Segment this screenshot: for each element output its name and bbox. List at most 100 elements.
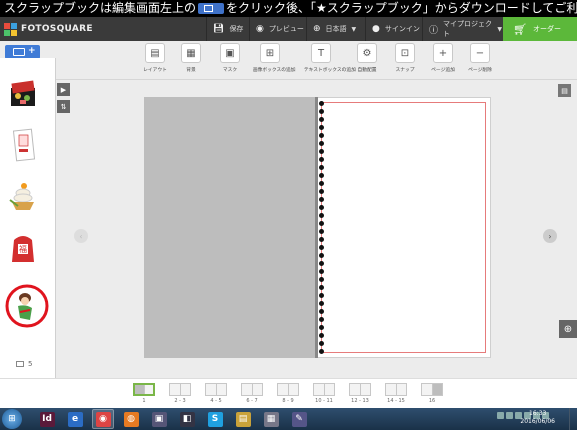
add-image-plus: + [28, 46, 36, 56]
editor-toolbar: + ▤ レイアウト ▦ 背景 ▣ マスク ⊞ 画像ボックスの追加 T テキストボックスの追加 ⚙ 自動… [0, 41, 577, 80]
binding-hole [319, 133, 324, 138]
image-icon [13, 48, 25, 56]
taskbar-app-app-window[interactable]: ▣ [148, 409, 170, 429]
sort-button[interactable]: ⇅ [57, 100, 70, 113]
image-thumb-bento[interactable] [8, 76, 38, 116]
page-thumb[interactable]: 12 - 13 [348, 383, 372, 404]
taskbar-app-indesign[interactable]: Id [36, 409, 58, 429]
add-page-icon: + [433, 43, 453, 63]
binding-hole [319, 149, 324, 154]
fotosquare-logo[interactable]: FOTOSQUARE [4, 22, 93, 36]
taskbar-app-chrome[interactable]: ◉ [92, 409, 114, 429]
save-icon: 💾︎ [213, 24, 225, 34]
next-page-button[interactable]: › [543, 229, 557, 243]
preview-button[interactable]: ◉ プレビュー [249, 17, 305, 41]
clock-time: 16:33 [529, 410, 547, 417]
clock[interactable]: 16:33 2016/06/06 [520, 410, 555, 426]
notes-app-icon: ✎ [291, 411, 307, 427]
taskbar-app-file-explorer[interactable]: ▤ [232, 409, 254, 429]
binding-hole [319, 173, 324, 178]
binding-hole [319, 197, 324, 202]
add-image-button[interactable]: + [5, 45, 40, 59]
panel-expand-button[interactable]: ▶ [57, 83, 70, 96]
page-thumb-label: 10 - 11 [315, 398, 333, 404]
tray-icon[interactable] [497, 412, 504, 419]
page-thumb-preview [313, 383, 335, 396]
taskbar-app-notes-app[interactable]: ✎ [288, 409, 310, 429]
page-thumb[interactable]: 6 - 7 [240, 383, 264, 404]
zoom-button[interactable]: ⊕ [559, 320, 577, 338]
binding-hole [319, 237, 324, 242]
save-button[interactable]: 💾︎ 保存 [206, 17, 248, 41]
tray-icon[interactable] [506, 412, 513, 419]
binding-hole [319, 253, 324, 258]
svg-text:福: 福 [19, 245, 27, 254]
taskbar-app-calculator[interactable]: ▦ [260, 409, 282, 429]
image-thumb-selected[interactable] [4, 282, 52, 330]
tool-auto-arrange[interactable]: ⚙ 自動配置 [349, 43, 385, 73]
page-thumb[interactable]: 14 - 15 [384, 383, 408, 404]
tool-add-text-box[interactable]: T テキストボックスの追加 [303, 43, 356, 73]
tool-label: ページ追加 [431, 67, 455, 73]
taskbar-app-skype[interactable]: S [204, 409, 226, 429]
taskbar-app-firefox[interactable]: ◍ [120, 409, 142, 429]
image-thumb-fukubukuro[interactable]: 福 [8, 228, 38, 268]
image-icon [16, 361, 24, 367]
tool-delete-page[interactable]: − ページ削除 [462, 43, 498, 73]
taskbar-app-internet-explorer[interactable]: e [64, 409, 86, 429]
page-thumb[interactable]: 16 [420, 383, 444, 404]
image-count-value: 5 [28, 360, 33, 368]
tool-label: スナップ [395, 67, 415, 73]
binding-hole [319, 181, 324, 186]
binding-hole [319, 349, 324, 354]
add-image-inline-icon [198, 3, 225, 14]
page-left-blank[interactable] [144, 97, 316, 358]
binding-hole [319, 301, 324, 306]
tool-add-image-box[interactable]: ⊞ 画像ボックスの追加 [252, 43, 296, 73]
page-thumb[interactable]: 2 - 3 [168, 383, 192, 404]
page-safe-area [321, 102, 486, 353]
binding-hole [319, 317, 324, 322]
chrome-icon: ◉ [95, 411, 111, 427]
tool-snap[interactable]: ⊡ スナップ [387, 43, 423, 73]
binding-hole [319, 101, 324, 106]
tool-mask[interactable]: ▣ マスク [212, 43, 248, 73]
image-thumb-card[interactable] [8, 126, 38, 166]
taskbar-app-photoshop-elements[interactable]: ◧ [176, 409, 198, 429]
myproject-label: マイプロジェクト [443, 20, 493, 38]
start-button[interactable]: ⊞ [2, 409, 22, 429]
binding-hole [319, 325, 324, 330]
page-thumb[interactable]: 4 - 5 [204, 383, 228, 404]
page-thumb-label: 16 [428, 398, 436, 404]
page-right[interactable] [316, 97, 491, 358]
show-desktop-button[interactable] [569, 408, 577, 430]
signin-button[interactable]: ● サインイン [365, 17, 421, 41]
binding-hole [319, 277, 324, 282]
tool-background[interactable]: ▦ 背景 [173, 43, 209, 73]
order-button[interactable]: 🛒︎ オーダー [503, 17, 577, 41]
tool-label: 画像ボックスの追加 [252, 67, 296, 73]
tool-add-page[interactable]: + ページ追加 [425, 43, 461, 73]
eye-icon: ◉ [256, 24, 264, 34]
top-navigation: FOTOSQUARE 💾︎ 保存 ◉ プレビュー ⊕ 日本語 ▼ ● サインイン… [0, 17, 577, 41]
my-project-dropdown[interactable]: ⓘ マイプロジェクト ▼ [422, 17, 502, 41]
binding-hole [319, 141, 324, 146]
image-thumb-mochi[interactable] [8, 176, 38, 216]
page-strip: 1 2 - 3 4 - 5 6 - 7 8 - 9 10 - 11 12 - 13 14 - … [0, 378, 577, 408]
page-thumb[interactable]: 10 - 11 [312, 383, 336, 404]
binding-hole [319, 109, 324, 114]
binding-hole [319, 205, 324, 210]
binding-hole [319, 165, 324, 170]
prev-page-button[interactable]: ‹ [74, 229, 88, 243]
add-text-box-icon: T [311, 43, 331, 63]
page-thumb[interactable]: 1 [132, 383, 156, 404]
app-window-icon: ▣ [151, 411, 167, 427]
order-label: オーダー [532, 25, 561, 33]
binding-hole [319, 293, 324, 298]
page-settings-button[interactable]: ▤ [558, 84, 571, 97]
mask-icon: ▣ [220, 43, 240, 63]
tool-layout[interactable]: ▤ レイアウト [137, 43, 173, 73]
language-dropdown[interactable]: ⊕ 日本語 ▼ [306, 17, 364, 41]
page-thumb[interactable]: 8 - 9 [276, 383, 300, 404]
tool-label: レイアウト [143, 67, 167, 73]
